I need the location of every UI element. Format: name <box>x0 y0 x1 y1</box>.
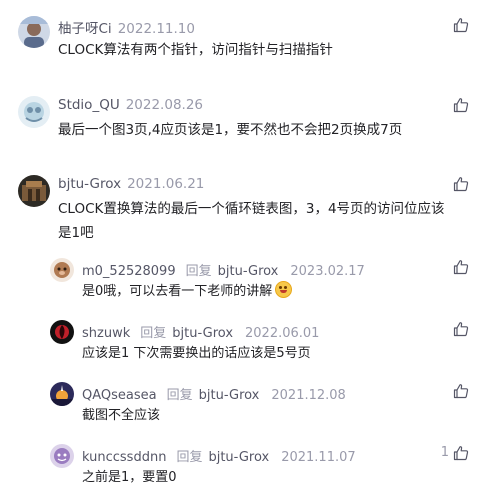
like-button[interactable] <box>451 444 469 462</box>
thumbs-up-icon <box>453 321 469 337</box>
reply-meta: kunccssddnn 回复 bjtu-Grox 2021.11.07 <box>82 446 356 465</box>
comment-text: CLOCK算法有两个指针，访问指针与扫描指针 <box>58 42 333 58</box>
reply-target[interactable]: bjtu-Grox <box>208 450 269 465</box>
comment-text: CLOCK置换算法的最后一个循环链表图，3，4号页的访问位应该是1吧 <box>58 201 445 241</box>
like-count: 1 <box>440 445 449 460</box>
like-button[interactable] <box>451 96 469 114</box>
reply-text: 应该是1 下次需要换出的话应该是5号页 <box>82 346 311 361</box>
comment-meta: 柚子呀Ci 2022.11.10 <box>58 17 195 37</box>
reply-text: 之前是1，要置0 <box>82 470 177 485</box>
reply-label: 回复 <box>176 450 203 465</box>
like-button[interactable] <box>451 16 469 34</box>
reply-date: 2021.11.07 <box>281 450 356 465</box>
thumbs-up-icon <box>453 97 469 113</box>
reply-meta: m0_52528099 回复 bjtu-Grox 2023.02.17 <box>82 260 365 279</box>
reply-meta: shzuwk 回复 bjtu-Grox 2022.06.01 <box>82 322 319 341</box>
reply-username[interactable]: m0_52528099 <box>82 264 176 279</box>
user-avatar[interactable] <box>18 175 50 207</box>
reply-username[interactable]: QAQseasea <box>82 388 157 403</box>
reply-label: 回复 <box>185 264 212 279</box>
reply-label: 回复 <box>140 326 167 341</box>
thumbs-up-icon <box>453 259 469 275</box>
reply-target[interactable]: bjtu-Grox <box>172 326 233 341</box>
like-button[interactable] <box>451 320 469 338</box>
thumbs-up-icon <box>453 383 469 399</box>
comment-username[interactable]: bjtu-Grox <box>58 176 121 192</box>
user-avatar[interactable] <box>50 320 74 344</box>
thumbs-up-icon <box>453 445 469 461</box>
comment-date: 2022.11.10 <box>117 21 195 37</box>
reply-text: 是0哦，可以去看一下老师的讲解 <box>82 280 462 304</box>
like-button[interactable] <box>451 382 469 400</box>
reply-meta: QAQseasea 回复 bjtu-Grox 2021.12.08 <box>82 384 346 403</box>
user-avatar[interactable] <box>50 258 74 282</box>
reply-target[interactable]: bjtu-Grox <box>199 388 260 403</box>
comment-text: 最后一个图3页,4应页该是1，要不然也不会把2页换成7页 <box>58 122 403 138</box>
user-avatar[interactable] <box>18 16 50 48</box>
comment-username[interactable]: 柚子呀Ci <box>58 21 112 37</box>
reply-text-content: 是0哦，可以去看一下老师的讲解 <box>82 284 273 299</box>
user-avatar[interactable] <box>18 96 50 128</box>
reply-label: 回复 <box>166 388 193 403</box>
comment-meta: bjtu-Grox 2021.06.21 <box>58 176 204 192</box>
reply-date: 2021.12.08 <box>271 388 346 403</box>
thumbs-up-icon <box>453 17 469 33</box>
like-button[interactable] <box>451 175 469 193</box>
reply-text: 截图不全应该 <box>82 408 161 423</box>
comment-date: 2022.08.26 <box>125 97 203 113</box>
reply-target[interactable]: bjtu-Grox <box>218 264 279 279</box>
reply-date: 2022.06.01 <box>245 326 320 341</box>
user-avatar[interactable] <box>50 444 74 468</box>
comment-meta: Stdio_QU 2022.08.26 <box>58 97 203 113</box>
user-avatar[interactable] <box>50 382 74 406</box>
like-button[interactable] <box>451 258 469 276</box>
thumbs-up-icon <box>453 176 469 192</box>
comment-date: 2021.06.21 <box>127 176 205 192</box>
reply-date: 2023.02.17 <box>290 264 365 279</box>
reply-username[interactable]: kunccssddnn <box>82 450 166 465</box>
reply-username[interactable]: shzuwk <box>82 326 130 341</box>
comment-username[interactable]: Stdio_QU <box>58 97 120 113</box>
grin-emoji-icon <box>275 281 293 298</box>
